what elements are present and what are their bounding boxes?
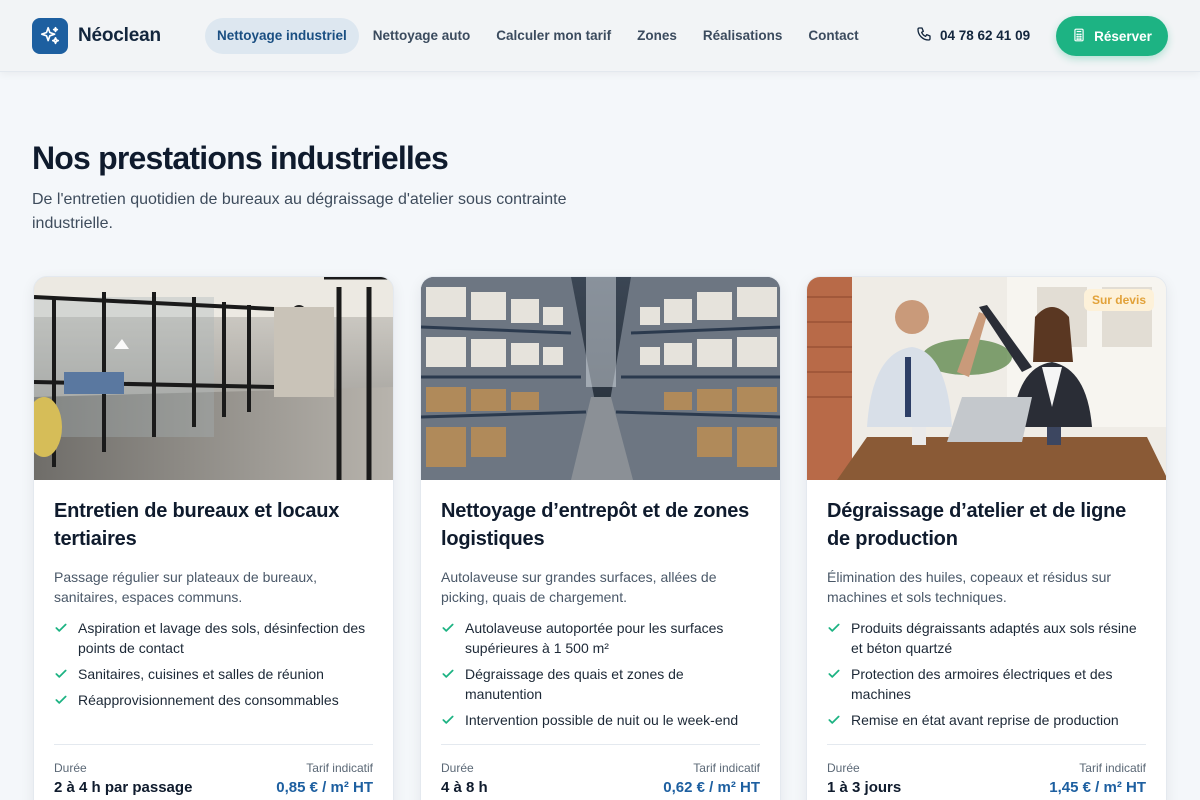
brand-name: Néoclean <box>78 25 161 46</box>
check-icon <box>55 695 67 704</box>
card-image-warehouse <box>421 277 780 480</box>
feature-list: Autolaveuse autoportée pour les surfaces… <box>441 618 760 730</box>
brand-logo[interactable]: Néoclean <box>32 18 161 54</box>
card-description: Élimination des huiles, copeaux et résid… <box>827 569 1112 605</box>
page-title: Nos prestations industrielles <box>32 140 449 176</box>
price-value: 0,62 € / m² HT <box>663 779 760 796</box>
price-value: 1,45 € / m² HT <box>1049 779 1146 796</box>
card-title: Nettoyage d’entrepôt et de zones logisti… <box>441 500 750 550</box>
card-body: Nettoyage d’entrepôt et de zones logisti… <box>441 497 760 736</box>
quote-badge: Sur devis <box>1083 289 1154 311</box>
check-icon <box>828 669 840 678</box>
card-body: Dégraissage d’atelier et de ligne de pro… <box>827 497 1146 736</box>
feature-text: Dégraissage des quais et zones de manute… <box>465 666 684 702</box>
duration-label: Durée <box>827 761 860 775</box>
duration-block: Durée 2 à 4 h par passage <box>54 761 192 796</box>
check-icon <box>55 623 67 632</box>
service-card-entrepot[interactable]: Nettoyage d’entrepôt et de zones logisti… <box>420 276 781 800</box>
service-card-atelier[interactable]: Sur devis Dégraissage d’atelier et de li… <box>806 276 1167 800</box>
nav-item-calculer-tarif[interactable]: Calculer mon tarif <box>484 18 623 54</box>
nav-item-realisations[interactable]: Réalisations <box>691 18 795 54</box>
check-icon <box>828 715 840 724</box>
main-nav: Nettoyage industriel Nettoyage auto Calc… <box>205 18 873 54</box>
price-label: Tarif indicatif <box>693 761 760 775</box>
price-block: Tarif indicatif 0,62 € / m² HT <box>663 761 760 796</box>
phone-link[interactable]: 04 78 62 41 09 <box>916 26 1030 45</box>
reserve-label: Réserver <box>1094 28 1152 44</box>
nav-item-contact[interactable]: Contact <box>796 18 870 54</box>
feature-item: Sanitaires, cuisines et salles de réunio… <box>54 664 373 684</box>
nav-item-zones[interactable]: Zones <box>625 18 689 54</box>
card-description: Autolaveuse sur grandes surfaces, allées… <box>441 569 717 605</box>
feature-item: Réapprovisionnement des consommables <box>54 690 373 710</box>
duration-label: Durée <box>441 761 474 775</box>
card-title: Dégraissage d’atelier et de ligne de pro… <box>827 500 1127 550</box>
card-footer: Durée 4 à 8 h Tarif indicatif 0,62 € / m… <box>441 744 760 796</box>
price-value: 0,85 € / m² HT <box>276 779 373 796</box>
feature-text: Produits dégraissants adaptés aux sols r… <box>851 620 1137 656</box>
check-icon <box>828 623 840 632</box>
feature-text: Aspiration et lavage des sols, désinfect… <box>78 620 366 656</box>
feature-item: Dégraissage des quais et zones de manute… <box>441 664 760 704</box>
duration-value: 4 à 8 h <box>441 779 488 796</box>
duration-block: Durée 1 à 3 jours <box>827 761 901 796</box>
price-label: Tarif indicatif <box>1079 761 1146 775</box>
check-icon <box>55 669 67 678</box>
feature-item: Produits dégraissants adaptés aux sols r… <box>827 618 1146 658</box>
duration-value: 2 à 4 h par passage <box>54 779 193 796</box>
feature-text: Sanitaires, cuisines et salles de réunio… <box>78 666 324 682</box>
sparkles-icon <box>32 18 68 54</box>
duration-label: Durée <box>54 761 87 775</box>
feature-text: Remise en état avant reprise de producti… <box>851 712 1119 728</box>
card-image-team: Sur devis <box>807 277 1166 480</box>
card-footer: Durée 2 à 4 h par passage Tarif indicati… <box>54 744 373 796</box>
card-description: Passage régulier sur plateaux de bureaux… <box>54 569 318 605</box>
price-block: Tarif indicatif 0,85 € / m² HT <box>276 761 373 796</box>
feature-item: Intervention possible de nuit ou le week… <box>441 710 760 730</box>
check-icon <box>442 669 454 678</box>
service-card-bureaux[interactable]: Entretien de bureaux et locaux tertiaire… <box>33 276 394 800</box>
phone-icon <box>916 26 932 45</box>
price-block: Tarif indicatif 1,45 € / m² HT <box>1049 761 1146 796</box>
card-footer: Durée 1 à 3 jours Tarif indicatif 1,45 €… <box>827 744 1146 796</box>
feature-text: Réapprovisionnement des consommables <box>78 692 339 708</box>
check-icon <box>442 715 454 724</box>
feature-item: Protection des armoires électriques et d… <box>827 664 1146 704</box>
page-subtitle: De l'entretien quotidien de bureaux au d… <box>32 191 567 232</box>
reserve-button[interactable]: Réserver <box>1056 16 1168 56</box>
feature-text: Autolaveuse autoportée pour les surfaces… <box>465 620 724 656</box>
nav-item-nettoyage-industriel[interactable]: Nettoyage industriel <box>205 18 359 54</box>
feature-text: Intervention possible de nuit ou le week… <box>465 712 739 728</box>
feature-item: Remise en état avant reprise de producti… <box>827 710 1146 730</box>
price-label: Tarif indicatif <box>306 761 373 775</box>
feature-list: Aspiration et lavage des sols, désinfect… <box>54 618 373 710</box>
card-body: Entretien de bureaux et locaux tertiaire… <box>54 497 373 716</box>
card-title: Entretien de bureaux et locaux tertiaire… <box>54 500 340 550</box>
feature-item: Autolaveuse autoportée pour les surfaces… <box>441 618 760 658</box>
feature-item: Aspiration et lavage des sols, désinfect… <box>54 618 373 658</box>
feature-text: Protection des armoires électriques et d… <box>851 666 1113 702</box>
duration-block: Durée 4 à 8 h <box>441 761 488 796</box>
duration-value: 1 à 3 jours <box>827 779 902 796</box>
calculator-icon <box>1072 28 1086 45</box>
site-header: Néoclean Nettoyage industriel Nettoyage … <box>0 0 1200 72</box>
check-icon <box>442 623 454 632</box>
phone-number: 04 78 62 41 09 <box>940 28 1031 43</box>
feature-list: Produits dégraissants adaptés aux sols r… <box>827 618 1146 730</box>
nav-item-nettoyage-auto[interactable]: Nettoyage auto <box>361 18 483 54</box>
card-image-office <box>34 277 393 480</box>
